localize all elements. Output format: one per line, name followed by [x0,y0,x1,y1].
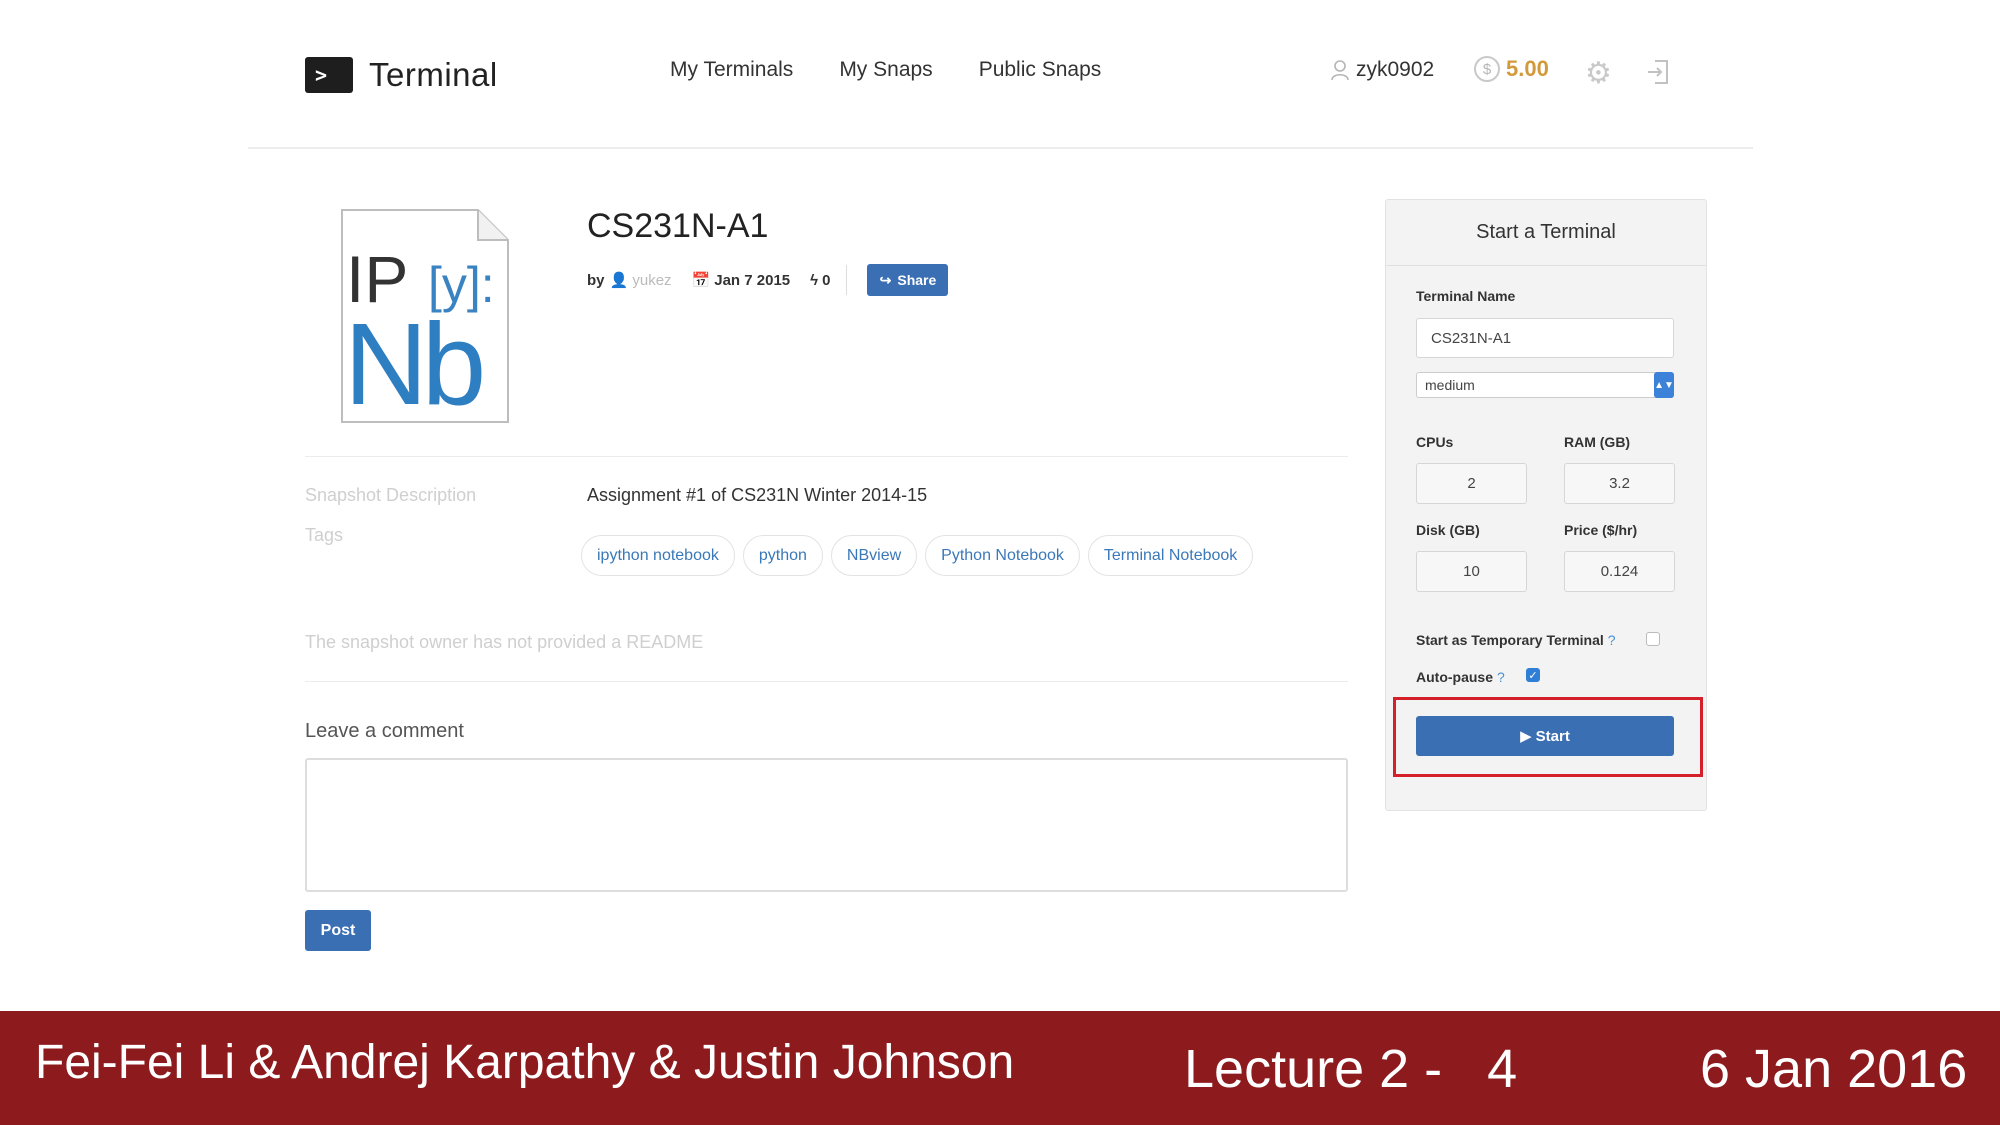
auto-pause-label-text: Auto-pause [1416,669,1493,685]
disk-field: 10 [1416,551,1527,592]
ram-field: 3.2 [1564,463,1675,504]
ipython-notebook-logo: IP [y]: Nb [338,206,512,429]
help-icon[interactable]: ? [1497,669,1505,685]
tag-ipython-notebook[interactable]: ipython notebook [581,535,735,576]
readme-note: The snapshot owner has not provided a RE… [305,632,704,652]
footer-authors: Fei-Fei Li & Andrej Karpathy & Justin Jo… [35,1036,1015,1089]
logout-icon[interactable] [1645,58,1671,91]
tag-nbview[interactable]: NBview [830,535,918,576]
section-divider [305,681,1348,682]
price-field: 0.124 [1564,551,1675,592]
temporary-terminal-label: Start as Temporary Terminal? [1416,632,1616,648]
select-arrows-icon: ▲▼ [1654,372,1674,398]
user-menu[interactable]: zyk0902 [1330,58,1434,82]
size-select-value: medium [1425,377,1475,393]
start-label: Start [1535,727,1570,745]
user-icon [1331,60,1349,81]
bolt-count: 0 [822,271,831,289]
snapshot-meta: by 👤 yukez 📅 Jan 7 2015 ϟ 0 ↪ Share [587,264,949,296]
auto-pause-checkbox[interactable]: ✓ [1526,668,1540,682]
temporary-terminal-checkbox[interactable] [1646,632,1660,646]
ram-label: RAM (GB) [1564,434,1631,450]
auto-pause-label: Auto-pause? [1416,669,1505,685]
gear-icon[interactable]: ⚙ [1585,56,1612,91]
snapshot-date: Jan 7 2015 [714,271,791,289]
description-label: Snapshot Description [305,485,477,505]
comment-label: Leave a comment [305,720,464,742]
credit-balance[interactable]: $ 5.00 [1474,56,1549,82]
top-nav-bar: > Terminal My Terminals My Snaps Public … [0,0,2000,149]
tag-list: ipython notebook python NBview Python No… [581,535,1254,576]
help-icon[interactable]: ? [1608,632,1616,648]
lecture-footer: Fei-Fei Li & Andrej Karpathy & Justin Jo… [0,1011,2000,1125]
share-button[interactable]: ↪ Share [867,264,949,296]
start-button[interactable]: ▶ Start [1416,716,1674,756]
cpus-label: CPUs [1416,434,1454,450]
tags-label: Tags [305,525,344,545]
terminal-prompt-icon: > [305,57,353,93]
coin-icon: $ [1474,56,1500,82]
user-icon: 👤 [609,272,629,289]
terminal-name-label: Terminal Name [1416,288,1516,304]
terminal-name-input[interactable]: CS231N-A1 [1416,318,1674,358]
footer-lecture: Lecture 2 - 4 [1184,1039,1518,1099]
comment-textarea[interactable] [305,758,1348,892]
snapshot-title: CS231N-A1 [587,207,769,245]
price-label: Price ($/hr) [1564,522,1638,538]
meta-divider [846,265,848,295]
nav-my-terminals[interactable]: My Terminals [670,58,793,82]
play-icon: ▶ [1520,728,1532,745]
tag-terminal-notebook[interactable]: Terminal Notebook [1087,535,1254,576]
description-text: Assignment #1 of CS231N Winter 2014-15 [587,485,928,505]
tag-python[interactable]: python [742,535,823,576]
terminal-logo[interactable]: > Terminal [305,56,498,94]
share-icon: ↪ [879,271,892,288]
header-divider [248,147,1753,149]
username: zyk0902 [1356,58,1435,81]
by-label: by [587,271,605,289]
main-nav: My Terminals My Snaps Public Snaps [670,58,1101,82]
start-terminal-panel: Start a Terminal Terminal Name CS231N-A1… [1385,199,1707,811]
post-button[interactable]: Post [305,910,371,951]
svg-text:Nb: Nb [344,299,482,426]
cpus-field: 2 [1416,463,1527,504]
author-name: yukez [632,272,672,289]
nav-my-snaps[interactable]: My Snaps [839,58,932,82]
tag-python-notebook[interactable]: Python Notebook [925,535,1080,576]
temporary-label-text: Start as Temporary Terminal [1416,632,1604,648]
section-divider [305,456,1348,457]
calendar-icon: 📅 [691,272,711,289]
nav-public-snaps[interactable]: Public Snaps [979,58,1102,82]
logo-text: Terminal [369,56,498,93]
panel-title: Start a Terminal [1386,200,1706,266]
credit-amount: 5.00 [1506,56,1549,81]
author-link[interactable]: 👤 yukez [610,271,672,289]
disk-label: Disk (GB) [1416,522,1480,538]
size-select[interactable]: medium ▲▼ [1416,372,1674,398]
bolt-icon: ϟ [810,271,819,289]
footer-date: 6 Jan 2016 [1700,1039,1968,1099]
share-label: Share [897,272,937,288]
